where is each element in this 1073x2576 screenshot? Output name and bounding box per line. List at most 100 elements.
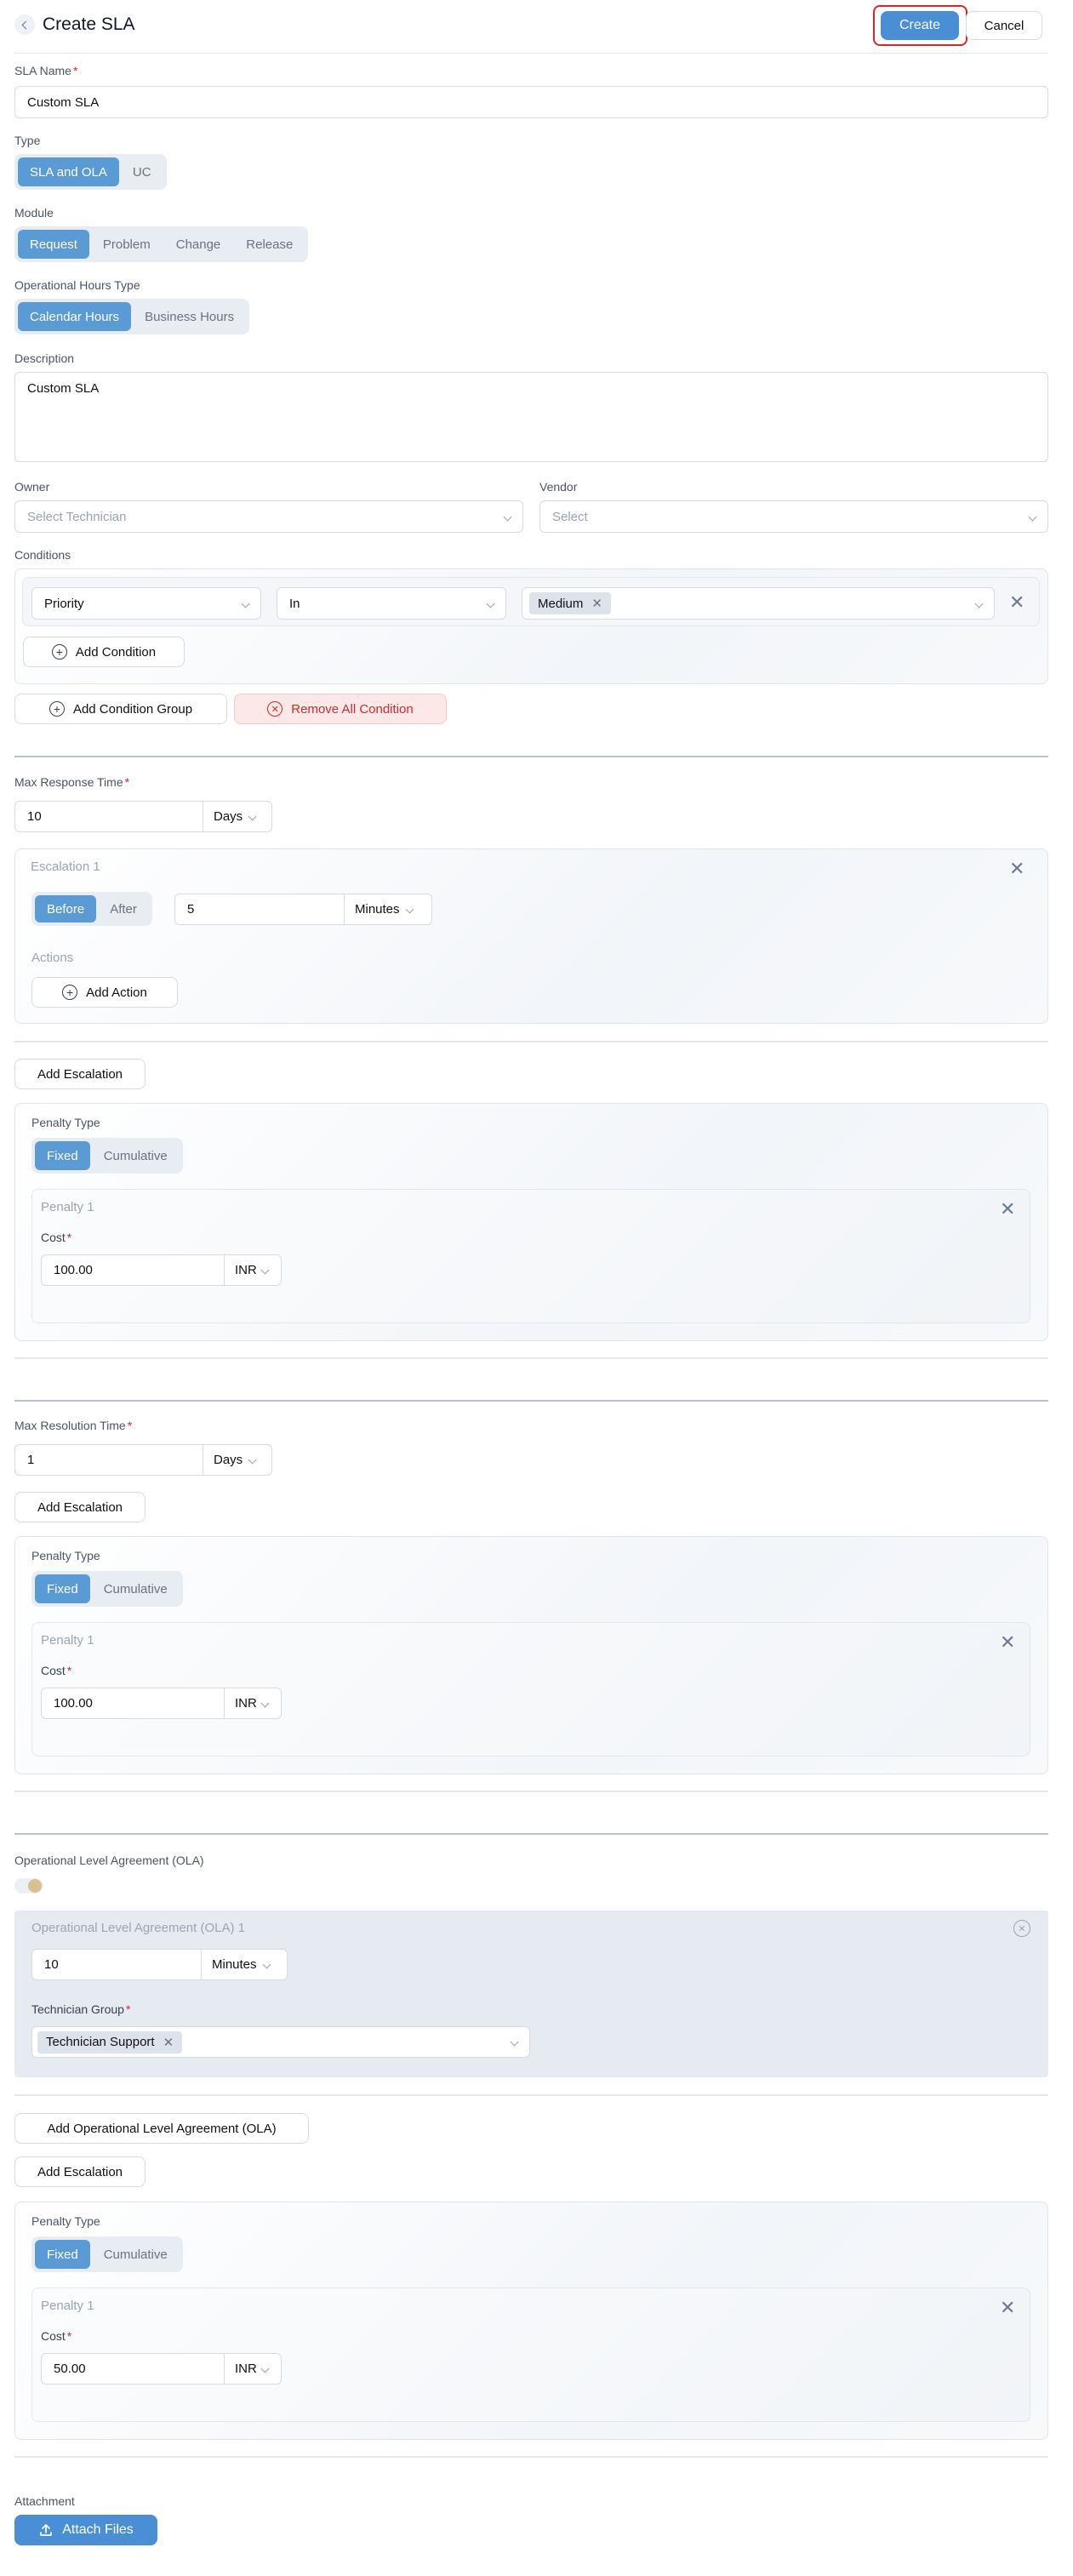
remove-all-condition-button[interactable]: ✕ Remove All Condition bbox=[234, 694, 447, 724]
module-problem[interactable]: Problem bbox=[91, 230, 163, 259]
response-cost-input[interactable]: 100.00 bbox=[41, 1254, 225, 1286]
create-sla-page: Create SLA Create Cancel SLA Name * Custo… bbox=[0, 0, 1073, 2576]
ola-penalty-title: Penalty 1 bbox=[41, 2299, 94, 2313]
condition-operator-value: In bbox=[289, 596, 300, 611]
ola-penalty-type-label: Penalty Type bbox=[31, 2214, 100, 2228]
resolution-unit-select[interactable]: Days bbox=[203, 1444, 272, 1476]
hours-business[interactable]: Business Hours bbox=[133, 302, 246, 331]
ola-toggle[interactable] bbox=[14, 1878, 43, 1893]
technician-group-tag: Technician Support ✕ bbox=[37, 2031, 183, 2053]
remove-condition-icon[interactable]: ✕ bbox=[1009, 593, 1024, 612]
penalty-fixed[interactable]: Fixed bbox=[35, 1574, 90, 1603]
add-condition-button[interactable]: + Add Condition bbox=[23, 637, 185, 667]
plus-circle-icon: + bbox=[51, 644, 67, 660]
escalation-unit-select[interactable]: Minutes bbox=[344, 894, 432, 925]
escalation-value-input[interactable]: 5 bbox=[174, 894, 345, 925]
chevron-down-icon bbox=[1028, 512, 1037, 521]
add-escalation-button[interactable]: Add Escalation bbox=[14, 1059, 146, 1089]
cancel-button[interactable]: Cancel bbox=[966, 11, 1042, 40]
chevron-down-icon bbox=[503, 512, 512, 521]
section-divider bbox=[14, 2456, 1048, 2458]
close-escalation-icon[interactable]: ✕ bbox=[1009, 860, 1024, 878]
penalty-cumulative[interactable]: Cumulative bbox=[92, 1141, 180, 1170]
ola-cost-input[interactable]: 50.00 bbox=[41, 2353, 225, 2385]
type-uc[interactable]: UC bbox=[121, 157, 163, 186]
description-textarea[interactable]: Custom SLA bbox=[14, 372, 1048, 462]
header-divider bbox=[14, 53, 1048, 54]
chevron-down-icon bbox=[260, 1699, 270, 1708]
add-action-button[interactable]: + Add Action bbox=[31, 977, 178, 1008]
ola-penalty-toggle: Fixed Cumulative bbox=[31, 2236, 183, 2272]
escalation-unit-value: Minutes bbox=[355, 902, 400, 917]
module-label: Module bbox=[14, 206, 54, 220]
chevron-down-icon bbox=[248, 812, 257, 821]
escalation-before[interactable]: Before bbox=[35, 895, 97, 922]
module-change[interactable]: Change bbox=[164, 230, 233, 259]
condition-operator-select[interactable]: In bbox=[277, 587, 506, 620]
ola-currency-select[interactable]: INR bbox=[224, 2353, 282, 2385]
technician-group-label: Technician Group * bbox=[31, 2002, 131, 2016]
response-time-input[interactable]: 10 bbox=[14, 801, 203, 832]
escalation-after[interactable]: After bbox=[98, 895, 149, 922]
add-condition-label: Add Condition bbox=[75, 644, 157, 660]
penalty-cumulative[interactable]: Cumulative bbox=[92, 2240, 180, 2269]
section-divider bbox=[14, 2094, 1048, 2096]
response-currency-value: INR bbox=[235, 1263, 257, 1277]
response-penalty-title: Penalty 1 bbox=[41, 1200, 94, 1214]
response-currency-select[interactable]: INR bbox=[224, 1254, 282, 1286]
cost-label: Cost * bbox=[41, 1664, 72, 1677]
module-request[interactable]: Request bbox=[18, 230, 89, 259]
cost-label: Cost * bbox=[41, 1231, 72, 1244]
resolution-unit-value: Days bbox=[214, 1453, 243, 1467]
back-button[interactable] bbox=[14, 14, 35, 35]
penalty-cumulative[interactable]: Cumulative bbox=[92, 1574, 180, 1603]
create-button[interactable]: Create bbox=[881, 11, 959, 40]
vendor-label: Vendor bbox=[539, 480, 578, 494]
remove-tag-icon[interactable]: ✕ bbox=[591, 596, 602, 611]
chevron-down-icon bbox=[405, 905, 414, 914]
chevron-down-icon bbox=[974, 599, 984, 608]
sla-name-input[interactable]: Custom SLA bbox=[14, 86, 1048, 118]
ola-add-escalation-button[interactable]: Add Escalation bbox=[14, 2156, 146, 2187]
chevron-down-icon bbox=[262, 1960, 271, 1969]
response-penalty-toggle: Fixed Cumulative bbox=[31, 1138, 183, 1174]
response-unit-select[interactable]: Days bbox=[203, 801, 272, 832]
condition-value-select[interactable]: Medium ✕ bbox=[522, 587, 995, 620]
plus-circle-icon: + bbox=[62, 985, 78, 1000]
penalty-fixed[interactable]: Fixed bbox=[35, 1141, 90, 1170]
description-value: Custom SLA bbox=[27, 381, 100, 396]
owner-placeholder: Select Technician bbox=[27, 509, 127, 524]
add-ola-button[interactable]: Add Operational Level Agreement (OLA) bbox=[14, 2113, 309, 2144]
resolution-time-input[interactable]: 1 bbox=[14, 1444, 203, 1476]
add-condition-group-button[interactable]: + Add Condition Group bbox=[14, 694, 227, 724]
vendor-select[interactable]: Select bbox=[539, 500, 1048, 533]
ola-unit-select[interactable]: Minutes bbox=[201, 1949, 288, 1980]
attach-files-button[interactable]: Attach Files bbox=[14, 2515, 157, 2545]
chevron-down-icon bbox=[241, 599, 250, 608]
close-circle-icon[interactable]: ✕ bbox=[1013, 1920, 1030, 1937]
condition-field-select[interactable]: Priority bbox=[31, 587, 261, 620]
ola-currency-value: INR bbox=[235, 2362, 257, 2376]
resolution-currency-value: INR bbox=[235, 1696, 257, 1711]
owner-select[interactable]: Select Technician bbox=[14, 500, 523, 533]
section-divider bbox=[14, 756, 1048, 757]
remove-all-condition-label: Remove All Condition bbox=[291, 701, 414, 717]
close-penalty-icon[interactable]: ✕ bbox=[1000, 1633, 1015, 1652]
ola-value-input[interactable]: 10 bbox=[31, 1949, 202, 1980]
type-sla-ola[interactable]: SLA and OLA bbox=[18, 157, 119, 186]
close-penalty-icon[interactable]: ✕ bbox=[1000, 1200, 1015, 1219]
penalty-fixed[interactable]: Fixed bbox=[35, 2240, 90, 2269]
module-release[interactable]: Release bbox=[234, 230, 305, 259]
sla-name-label-text: SLA Name bbox=[14, 64, 71, 77]
page-title: Create SLA bbox=[43, 14, 135, 34]
technician-group-select[interactable]: Technician Support ✕ bbox=[31, 2026, 530, 2058]
resolution-cost-input[interactable]: 100.00 bbox=[41, 1688, 225, 1719]
condition-value-tag: Medium ✕ bbox=[529, 592, 611, 614]
hours-type-label: Operational Hours Type bbox=[14, 278, 140, 292]
remove-tag-icon[interactable]: ✕ bbox=[163, 2035, 174, 2050]
hours-calendar[interactable]: Calendar Hours bbox=[18, 302, 132, 331]
close-penalty-icon[interactable]: ✕ bbox=[1000, 2299, 1015, 2317]
resolution-add-escalation-button[interactable]: Add Escalation bbox=[14, 1492, 146, 1522]
cost-label-text: Cost bbox=[41, 1231, 66, 1244]
resolution-currency-select[interactable]: INR bbox=[224, 1688, 282, 1719]
